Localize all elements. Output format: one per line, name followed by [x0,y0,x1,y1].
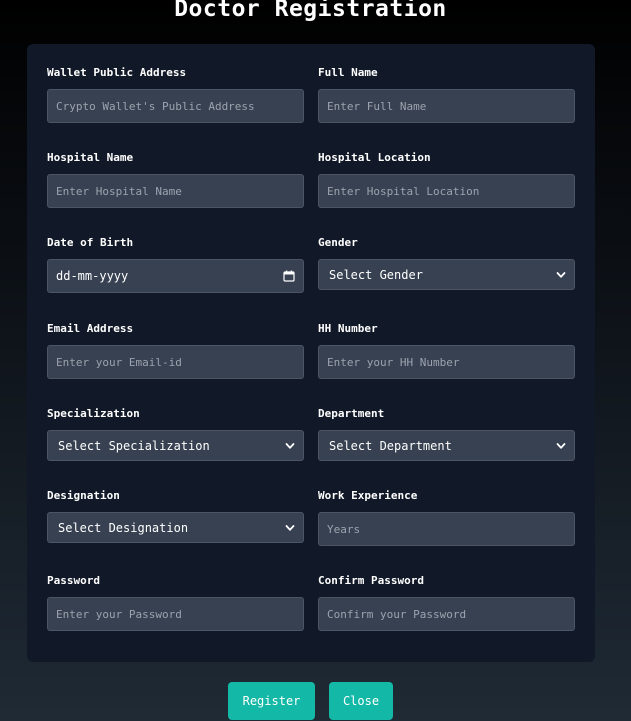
hospital-name-input[interactable] [47,174,304,208]
work-experience-input[interactable] [318,512,575,546]
hospital-location-input[interactable] [318,174,575,208]
hospital-location-label: Hospital Location [318,151,431,164]
chevron-down-icon [556,441,566,451]
full-name-input[interactable] [318,89,575,123]
confirm-password-input[interactable] [318,597,575,631]
specialization-label: Specialization [47,407,140,420]
work-experience-label: Work Experience [318,489,418,502]
calendar-icon[interactable] [283,270,295,282]
department-select[interactable]: Select Department [318,430,575,461]
designation-label: Designation [47,489,120,502]
password-label: Password [47,574,100,587]
hh-number-label: HH Number [318,322,378,335]
wallet-field-group: Wallet Public Address [47,66,304,123]
wallet-label: Wallet Public Address [47,66,187,79]
department-selected-value: Select Department [329,438,452,453]
dob-field-group: Date of Birth dd-mm-yyyy [47,236,304,293]
gender-field-group: Gender Select Gender [318,236,575,290]
dob-label: Date of Birth [47,236,134,249]
department-label: Department [318,407,385,420]
full-name-label: Full Name [318,66,378,79]
hospital-name-label: Hospital Name [47,151,134,164]
designation-select[interactable]: Select Designation [47,512,304,543]
confirm-password-field-group: Confirm Password [318,574,575,631]
specialization-field-group: Specialization Select Specialization [47,407,304,461]
email-label: Email Address [47,322,134,335]
work-experience-field-group: Work Experience [318,489,575,546]
chevron-down-icon [285,523,295,533]
email-field-group: Email Address [47,322,304,379]
registration-form: Wallet Public Address Full Name Hospital… [27,44,595,662]
close-button[interactable]: Close [329,682,393,720]
wallet-address-input[interactable] [47,89,304,123]
designation-selected-value: Select Designation [58,520,189,535]
full-name-field-group: Full Name [318,66,575,123]
gender-label: Gender [318,236,358,249]
department-field-group: Department Select Department [318,407,575,461]
gender-selected-value: Select Gender [329,267,423,282]
password-field-group: Password [47,574,304,631]
specialization-selected-value: Select Specialization [58,438,210,453]
hospital-location-field-group: Hospital Location [318,151,575,208]
hh-number-field-group: HH Number [318,322,575,379]
hospital-name-field-group: Hospital Name [47,151,304,208]
gender-select[interactable]: Select Gender [318,259,575,290]
email-input[interactable] [47,345,304,379]
hh-number-input[interactable] [318,345,575,379]
dob-date-input[interactable]: dd-mm-yyyy [47,259,304,293]
specialization-select[interactable]: Select Specialization [47,430,304,461]
chevron-down-icon [285,441,295,451]
chevron-down-icon [556,270,566,280]
dob-date-value: dd-mm-yyyy [56,269,129,283]
designation-field-group: Designation Select Designation [47,489,304,543]
page-title: Doctor Registration [174,0,447,22]
password-input[interactable] [47,597,304,631]
register-button[interactable]: Register [228,682,315,720]
confirm-password-label: Confirm Password [318,574,424,587]
